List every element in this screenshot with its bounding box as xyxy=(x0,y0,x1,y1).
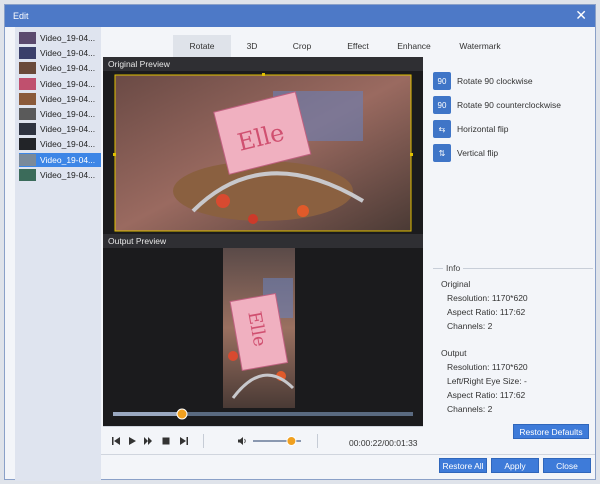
file-name: Video_19-04... xyxy=(40,78,96,89)
file-name: Video_19-04... xyxy=(40,139,96,150)
close-icon[interactable]: ✕ xyxy=(575,8,587,22)
tab-watermark[interactable]: Watermark xyxy=(443,35,517,57)
option-label: Rotate 90 counterclockwise xyxy=(457,100,561,110)
option-label: Rotate 90 clockwise xyxy=(457,76,533,86)
file-list: Video_19-04... Video_19-04... Video_19-04.… xyxy=(15,27,101,481)
progress-handle[interactable] xyxy=(176,408,188,420)
fast-forward-icon[interactable] xyxy=(143,436,153,446)
volume-slider[interactable] xyxy=(253,436,301,446)
video-thumbnail xyxy=(19,138,36,151)
tab-bar: Rotate 3D Crop Effect Enhance Watermark xyxy=(173,35,517,57)
output-eye-size: Left/Right Eye Size: - xyxy=(447,376,527,386)
original-preview-label: Original Preview xyxy=(103,57,423,71)
file-list-item[interactable]: Video_19-04... xyxy=(19,92,101,106)
file-name: Video_19-04... xyxy=(40,124,96,135)
rotate-clockwise-button[interactable]: 90 Rotate 90 clockwise xyxy=(433,71,533,91)
play-icon[interactable] xyxy=(127,436,137,446)
original-preview-image[interactable]: Elle xyxy=(103,71,423,235)
restore-defaults-button[interactable]: Restore Defaults xyxy=(513,424,589,439)
skip-previous-icon[interactable] xyxy=(111,436,121,446)
original-aspect-ratio: Aspect Ratio: 117:62 xyxy=(447,307,526,317)
file-list-item[interactable]: Video_19-04... xyxy=(19,46,101,60)
progress-fill xyxy=(113,412,182,416)
output-channels: Channels: 2 xyxy=(447,404,493,414)
file-list-item[interactable]: Video_19-04... xyxy=(19,31,101,45)
title-bar: Edit ✕ xyxy=(5,5,595,27)
restore-all-button[interactable]: Restore All xyxy=(439,458,487,473)
tab-enhance[interactable]: Enhance xyxy=(385,35,443,57)
volume-handle[interactable] xyxy=(286,436,297,446)
original-heading: Original xyxy=(441,279,471,289)
file-name: Video_19-04... xyxy=(40,48,96,59)
info-box: Info Original Resolution: 1170*620 Aspec… xyxy=(433,263,593,416)
tab-crop[interactable]: Crop xyxy=(273,35,331,57)
footer-divider xyxy=(101,454,595,455)
horizontal-flip-icon: ⇆ xyxy=(433,120,451,138)
file-name: Video_19-04... xyxy=(40,33,96,43)
vertical-flip-icon: ⇅ xyxy=(433,144,451,162)
divider xyxy=(317,434,318,448)
video-thumbnail xyxy=(19,62,36,75)
video-thumbnail xyxy=(19,108,36,120)
file-list-item[interactable]: Video_19-04... xyxy=(19,168,101,182)
apply-button[interactable]: Apply xyxy=(491,458,539,473)
file-list-item[interactable]: Video_19-04... xyxy=(19,137,101,151)
file-list-item[interactable]: Video_19-04... xyxy=(19,61,101,75)
original-channels: Channels: 2 xyxy=(447,321,493,331)
skip-next-icon[interactable] xyxy=(179,436,189,446)
video-thumbnail xyxy=(19,153,36,166)
file-list-item[interactable]: Video_19-04... xyxy=(19,122,101,136)
output-preview-label: Output Preview xyxy=(103,234,423,248)
output-preview: Elle xyxy=(103,248,423,426)
file-list-item[interactable]: Video_19-04... xyxy=(19,107,101,121)
option-label: Horizontal flip xyxy=(457,124,509,134)
file-list-item[interactable]: Video_19-04... xyxy=(19,152,101,167)
tab-effect[interactable]: Effect xyxy=(331,35,385,57)
edit-window: Edit ✕ Video_19-04... Video_19-04... Video… xyxy=(4,4,596,481)
info-legend: Info xyxy=(443,263,464,273)
option-label: Vertical flip xyxy=(457,148,499,158)
vertical-flip-button[interactable]: ⇅ Vertical flip xyxy=(433,143,498,163)
file-name: Video_19-04... xyxy=(40,169,96,180)
rotate-clockwise-icon: 90 xyxy=(433,72,451,90)
file-name: Video_19-04... xyxy=(40,63,96,74)
original-resolution: Resolution: 1170*620 xyxy=(447,293,528,303)
video-thumbnail xyxy=(19,47,36,60)
volume-icon[interactable] xyxy=(237,436,247,446)
video-thumbnail xyxy=(19,168,36,181)
tab-rotate[interactable]: Rotate xyxy=(173,35,231,57)
divider xyxy=(203,434,204,448)
rotate-counterclockwise-icon: 90 xyxy=(433,96,451,114)
output-aspect-ratio: Aspect Ratio: 117:62 xyxy=(447,390,526,400)
stop-icon[interactable] xyxy=(161,436,171,446)
rotate-counterclockwise-button[interactable]: 90 Rotate 90 counterclockwise xyxy=(433,95,561,115)
output-preview-image[interactable]: Elle xyxy=(103,248,423,426)
output-resolution: Resolution: 1170*620 xyxy=(447,362,528,372)
file-name: Video_19-04... xyxy=(40,93,96,104)
video-thumbnail xyxy=(19,92,36,105)
file-list-item[interactable]: Video_19-04... xyxy=(19,77,101,91)
tab-3d[interactable]: 3D xyxy=(231,35,273,57)
file-name: Video_19-04... xyxy=(40,154,96,165)
close-button[interactable]: Close xyxy=(543,458,591,473)
video-thumbnail xyxy=(19,77,36,90)
player-controls: 00:00:22/00:01:33 xyxy=(103,426,423,456)
original-preview: Elle xyxy=(103,71,423,235)
video-thumbnail xyxy=(19,32,36,44)
horizontal-flip-button[interactable]: ⇆ Horizontal flip xyxy=(433,119,509,139)
window-title: Edit xyxy=(13,11,29,21)
output-heading: Output xyxy=(441,348,467,358)
video-thumbnail xyxy=(19,123,36,136)
time-display: 00:00:22/00:01:33 xyxy=(349,438,418,448)
file-name: Video_19-04... xyxy=(40,109,96,119)
